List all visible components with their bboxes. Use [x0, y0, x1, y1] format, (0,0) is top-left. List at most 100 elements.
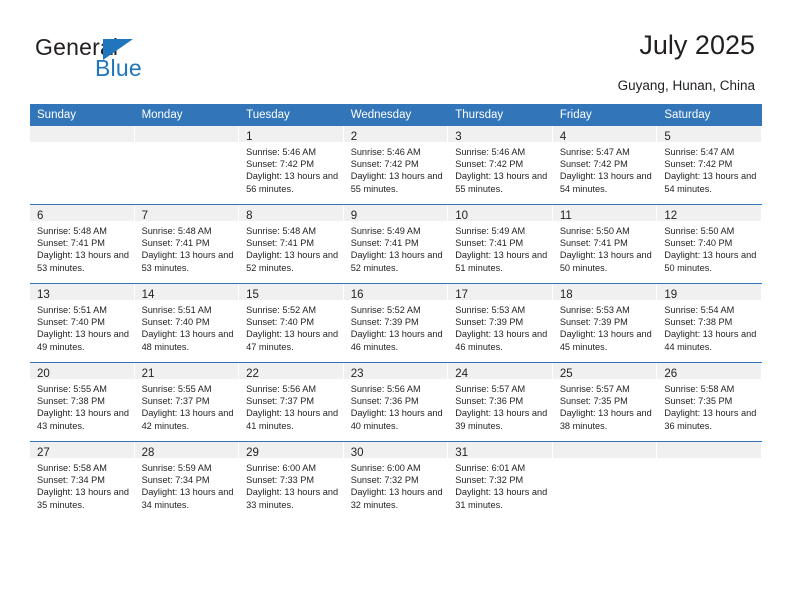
day-number: 30 — [350, 447, 364, 459]
day-sun-info: Sunrise: 5:52 AM Sunset: 7:39 PM Daylight:… — [344, 300, 449, 353]
sunrise-text: Sunrise: 5:56 AM — [246, 384, 317, 394]
day-cell[interactable]: 1 Sunrise: 5:46 AM Sunset: 7:42 PM Daylight… — [239, 126, 344, 205]
sunset-text: Sunset: 7:41 PM — [350, 238, 419, 249]
day-cell[interactable]: 14 Sunrise: 5:51 AM Sunset: 7:40 PM Dayligh… — [134, 283, 240, 363]
sunrise-text: Sunrise: 5:47 AM — [664, 147, 735, 157]
day-cell-empty — [134, 126, 240, 205]
day-number-band: 18 — [552, 284, 658, 301]
daylight-text: Daylight: 13 hours and 46 minutes. — [455, 329, 548, 352]
day-cell[interactable]: 26 Sunrise: 5:58 AM Sunset: 7:35 PM Dayligh… — [657, 362, 762, 442]
day-cell[interactable]: 12 Sunrise: 5:50 AM Sunset: 7:40 PM Dayligh… — [657, 204, 762, 284]
day-number-band: 24 — [448, 363, 553, 380]
day-cell[interactable]: 21 Sunrise: 5:55 AM Sunset: 7:37 PM Dayligh… — [134, 362, 240, 442]
day-cell[interactable]: 29 Sunrise: 6:00 AM Sunset: 7:33 PM Dayligh… — [239, 441, 344, 520]
sunset-text: Sunset: 7:33 PM — [246, 475, 315, 486]
day-sun-info: Sunrise: 5:52 AM Sunset: 7:40 PM Daylight:… — [239, 300, 344, 353]
day-number: 13 — [37, 289, 50, 301]
sunrise-text: Sunrise: 5:52 AM — [246, 305, 317, 315]
daylight-text: Daylight: 13 hours and 47 minutes. — [246, 329, 339, 352]
sunset-text: Sunset: 7:40 PM — [246, 317, 315, 328]
day-sun-info: Sunrise: 5:58 AM Sunset: 7:34 PM Daylight:… — [30, 458, 135, 511]
day-cell[interactable]: 19 Sunrise: 5:54 AM Sunset: 7:38 PM Dayligh… — [657, 283, 762, 363]
daylight-text: Daylight: 13 hours and 49 minutes. — [37, 329, 129, 352]
day-cell[interactable]: 5 Sunrise: 5:47 AM Sunset: 7:42 PM Daylight… — [657, 126, 762, 205]
daylight-text: Daylight: 13 hours and 53 minutes. — [37, 250, 129, 273]
day-sun-info: Sunrise: 5:51 AM Sunset: 7:40 PM Daylight:… — [135, 300, 240, 353]
day-sun-info: Sunrise: 5:56 AM Sunset: 7:37 PM Daylight:… — [239, 379, 344, 432]
day-number-band: 14 — [134, 284, 240, 301]
sunset-text: Sunset: 7:42 PM — [559, 159, 628, 170]
day-cell[interactable]: 18 Sunrise: 5:53 AM Sunset: 7:39 PM Dayligh… — [552, 283, 658, 363]
day-sun-info: Sunrise: 6:01 AM Sunset: 7:32 PM Daylight:… — [448, 458, 553, 511]
day-sun-info: Sunrise: 5:54 AM Sunset: 7:38 PM Daylight:… — [657, 300, 762, 353]
day-number-band: 23 — [343, 363, 449, 380]
day-cell[interactable]: 4 Sunrise: 5:47 AM Sunset: 7:42 PM Daylight… — [552, 126, 658, 205]
day-number-band: 7 — [134, 205, 240, 222]
day-number: 10 — [455, 210, 469, 222]
day-number: 29 — [246, 447, 259, 459]
sunrise-text: Sunrise: 5:49 AM — [350, 226, 421, 236]
day-number-band: 10 — [448, 205, 553, 222]
day-cell[interactable]: 16 Sunrise: 5:52 AM Sunset: 7:39 PM Dayligh… — [343, 283, 449, 363]
day-sun-info: Sunrise: 5:46 AM Sunset: 7:42 PM Daylight:… — [239, 142, 344, 195]
day-cell[interactable]: 23 Sunrise: 5:56 AM Sunset: 7:36 PM Dayligh… — [343, 362, 449, 442]
day-number-band: 1 — [239, 126, 344, 143]
day-number: 12 — [664, 210, 678, 222]
day-cell[interactable]: 31 Sunrise: 6:01 AM Sunset: 7:32 PM Dayligh… — [448, 441, 553, 520]
day-cell[interactable]: 24 Sunrise: 5:57 AM Sunset: 7:36 PM Dayligh… — [448, 362, 553, 442]
daylight-text: Daylight: 13 hours and 55 minutes. — [350, 171, 443, 194]
day-number-band: 12 — [657, 205, 762, 222]
sunset-text: Sunset: 7:36 PM — [350, 396, 419, 407]
daylight-text: Daylight: 13 hours and 31 minutes. — [455, 487, 548, 510]
day-cell[interactable]: 8 Sunrise: 5:48 AM Sunset: 7:41 PM Daylight… — [239, 204, 344, 284]
brand-logo[interactable]: General Blue — [35, 34, 225, 82]
sunset-text: Sunset: 7:36 PM — [455, 396, 524, 407]
day-number-band: 17 — [448, 284, 553, 301]
day-cell[interactable]: 10 Sunrise: 5:49 AM Sunset: 7:41 PM Dayligh… — [448, 204, 553, 284]
sunrise-text: Sunrise: 5:53 AM — [559, 305, 630, 315]
day-number: 17 — [455, 289, 469, 301]
daylight-text: Daylight: 13 hours and 45 minutes. — [559, 329, 652, 352]
day-cell[interactable]: 9 Sunrise: 5:49 AM Sunset: 7:41 PM Daylight… — [343, 204, 449, 284]
sunrise-text: Sunrise: 5:59 AM — [141, 463, 212, 473]
day-number: 2 — [350, 131, 358, 143]
sunset-text: Sunset: 7:34 PM — [37, 475, 105, 486]
day-cell[interactable]: 25 Sunrise: 5:57 AM Sunset: 7:35 PM Dayligh… — [552, 362, 658, 442]
day-sun-info: Sunrise: 5:57 AM Sunset: 7:35 PM Daylight:… — [553, 379, 658, 432]
day-number-band: 20 — [30, 363, 135, 380]
day-cell[interactable]: 11 Sunrise: 5:50 AM Sunset: 7:41 PM Dayligh… — [552, 204, 658, 284]
sunrise-text: Sunrise: 5:46 AM — [350, 147, 421, 157]
sunset-text: Sunset: 7:41 PM — [455, 238, 524, 249]
day-cell[interactable]: 28 Sunrise: 5:59 AM Sunset: 7:34 PM Dayligh… — [134, 441, 240, 520]
day-number: 23 — [350, 368, 364, 380]
sunset-text: Sunset: 7:38 PM — [664, 317, 733, 328]
day-cell[interactable]: 2 Sunrise: 5:46 AM Sunset: 7:42 PM Daylight… — [343, 126, 449, 205]
sunset-text: Sunset: 7:41 PM — [246, 238, 315, 249]
calendar-week-row: 13 Sunrise: 5:51 AM Sunset: 7:40 PM Dayligh… — [30, 283, 762, 363]
day-sun-info: Sunrise: 5:58 AM Sunset: 7:35 PM Daylight:… — [657, 379, 762, 432]
calendar-week-row: 1 Sunrise: 5:46 AM Sunset: 7:42 PM Daylight… — [30, 126, 762, 205]
day-cell[interactable]: 3 Sunrise: 5:46 AM Sunset: 7:42 PM Daylight… — [448, 126, 553, 205]
day-number: 1 — [246, 131, 253, 143]
day-number-band: 5 — [657, 126, 762, 143]
day-cell[interactable]: 17 Sunrise: 5:53 AM Sunset: 7:39 PM Dayligh… — [448, 283, 553, 363]
day-cell[interactable]: 15 Sunrise: 5:52 AM Sunset: 7:40 PM Dayligh… — [239, 283, 344, 363]
day-cell[interactable]: 22 Sunrise: 5:56 AM Sunset: 7:37 PM Dayligh… — [239, 362, 344, 442]
sunrise-text: Sunrise: 5:58 AM — [37, 463, 107, 473]
day-cell[interactable]: 13 Sunrise: 5:51 AM Sunset: 7:40 PM Dayligh… — [30, 283, 135, 363]
day-number: 5 — [664, 131, 671, 143]
daylight-text: Daylight: 13 hours and 52 minutes. — [350, 250, 443, 273]
day-cell[interactable]: 7 Sunrise: 5:48 AM Sunset: 7:41 PM Daylight… — [134, 204, 240, 284]
daylight-text: Daylight: 13 hours and 42 minutes. — [141, 408, 234, 431]
sunrise-text: Sunrise: 5:47 AM — [559, 147, 630, 157]
day-sun-info: Sunrise: 5:46 AM Sunset: 7:42 PM Daylight:… — [344, 142, 449, 195]
day-sun-info: Sunrise: 5:51 AM Sunset: 7:40 PM Daylight:… — [30, 300, 135, 353]
sunrise-text: Sunrise: 6:01 AM — [455, 463, 526, 473]
day-number: 24 — [455, 368, 469, 380]
day-cell[interactable]: 27 Sunrise: 5:58 AM Sunset: 7:34 PM Dayligh… — [30, 441, 135, 520]
day-cell[interactable]: 20 Sunrise: 5:55 AM Sunset: 7:38 PM Dayligh… — [30, 362, 135, 442]
day-cell[interactable]: 6 Sunrise: 5:48 AM Sunset: 7:41 PM Daylight… — [30, 204, 135, 284]
sunset-text: Sunset: 7:42 PM — [246, 159, 315, 170]
day-cell[interactable]: 30 Sunrise: 6:00 AM Sunset: 7:32 PM Dayligh… — [343, 441, 449, 520]
sunset-text: Sunset: 7:32 PM — [350, 475, 419, 486]
